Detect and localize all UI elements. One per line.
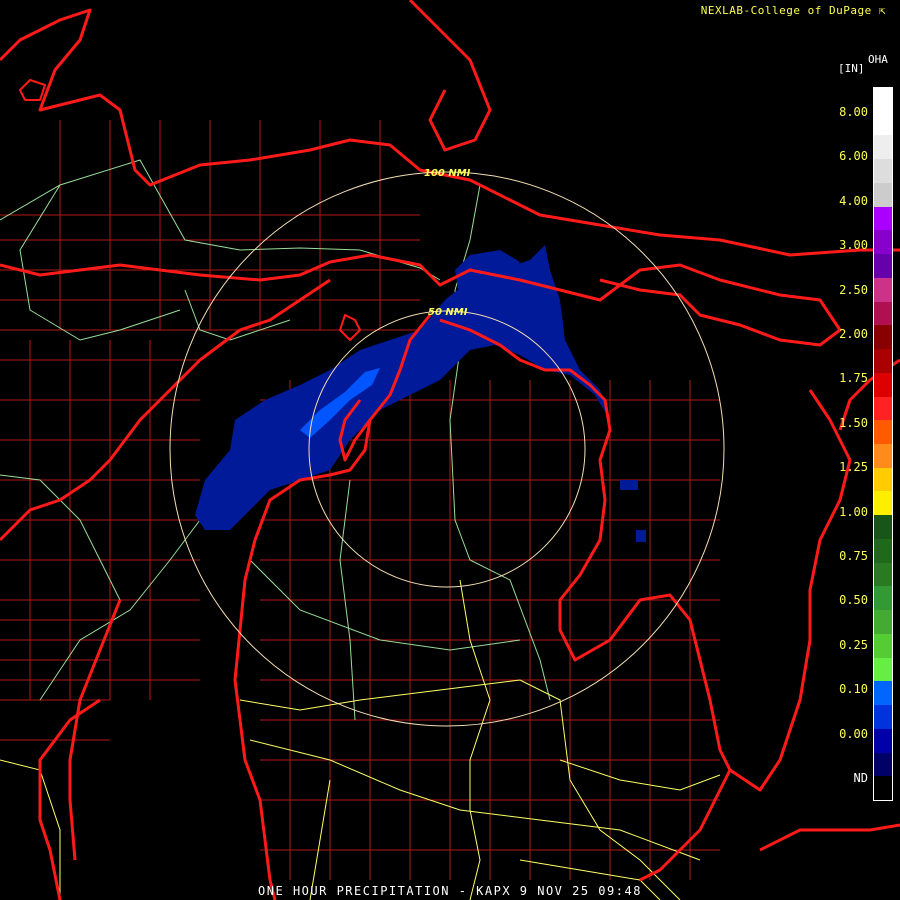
legend-swatch <box>874 681 892 706</box>
legend-label: 3.00 <box>839 238 868 253</box>
legend-label: 1.25 <box>839 460 868 475</box>
legend-swatch <box>874 776 892 800</box>
legend-label: 2.50 <box>839 282 868 297</box>
legend-swatch <box>874 705 892 729</box>
legend-swatch <box>874 586 892 611</box>
legend-swatch <box>874 372 892 397</box>
legend-label: 0.00 <box>839 726 868 741</box>
legend-swatch <box>874 111 892 136</box>
legend-swatch <box>874 538 892 563</box>
legend-swatch <box>874 728 892 753</box>
credit-label: NEXLAB-College of DuPage ⇱ <box>701 4 886 17</box>
radar-map: 50 NMI 100 NMI <box>0 0 900 900</box>
legend-swatch <box>874 230 892 255</box>
unit-label: [IN] <box>838 62 865 75</box>
legend-swatch <box>874 254 892 278</box>
legend-swatch <box>874 657 892 682</box>
legend-label: 1.50 <box>839 415 868 430</box>
product-caption: ONE HOUR PRECIPITATION - KAPX 9 NOV 25 0… <box>258 884 642 898</box>
legend-swatch <box>874 325 892 350</box>
legend-swatch <box>874 467 892 492</box>
legend-swatch <box>874 491 892 516</box>
credit-text: NEXLAB-College of DuPage <box>700 4 872 17</box>
legend-swatch <box>874 443 892 468</box>
legend-label: 2.00 <box>839 327 868 341</box>
credit-mark-icon: ⇱ <box>878 4 886 17</box>
legend-swatch <box>874 633 892 658</box>
range-ring-100nmi-label: 100 NMI <box>424 168 471 179</box>
range-ring-50nmi-label: 50 NMI <box>428 307 468 318</box>
product-code-label: OHA <box>868 53 888 66</box>
legend-swatch <box>874 182 892 207</box>
legend-label: 8.00 <box>839 105 868 119</box>
legend-label: ND <box>853 771 868 785</box>
legend-label: 6.00 <box>839 149 868 164</box>
legend-swatch <box>874 349 892 373</box>
legend-swatch <box>874 206 892 231</box>
legend-swatch <box>874 301 892 326</box>
legend-label: 0.75 <box>839 549 868 563</box>
legend-label: 0.10 <box>839 682 868 697</box>
legend-label: 0.50 <box>839 593 868 608</box>
legend-swatch <box>874 277 892 302</box>
precip-cell <box>620 480 638 490</box>
legend-swatch <box>874 396 892 421</box>
legend-label: 4.00 <box>839 193 868 208</box>
legend-swatch <box>874 87 892 112</box>
precip-cell <box>636 530 646 542</box>
color-legend-bar <box>873 87 893 801</box>
legend-swatch <box>874 159 892 183</box>
legend-swatch <box>874 610 892 634</box>
legend-swatch <box>874 135 892 160</box>
legend-swatch <box>874 562 892 587</box>
legend-label: 0.25 <box>839 637 868 652</box>
legend-label: 1.75 <box>839 371 868 386</box>
legend-swatch <box>874 752 892 777</box>
legend-swatch <box>874 420 892 444</box>
legend-label: 1.00 <box>839 504 868 519</box>
legend-swatch <box>874 515 892 539</box>
